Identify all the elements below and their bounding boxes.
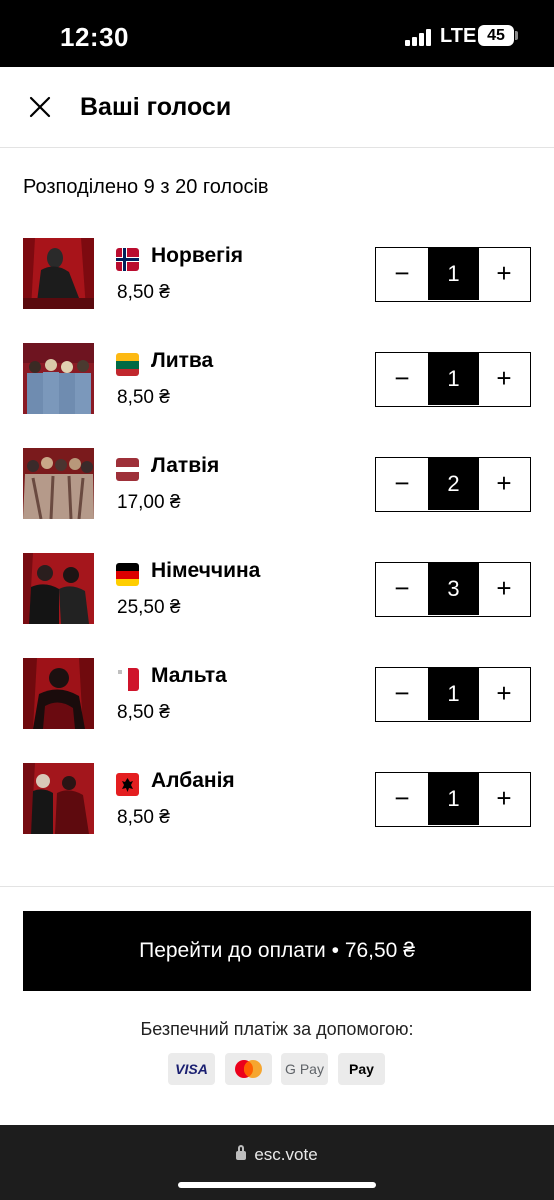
vote-count: 2 — [428, 458, 479, 510]
network-type: LTE — [440, 25, 477, 47]
vote-row: Мальта 8,50 ₴ − 1 + — [0, 658, 554, 763]
browser-bar: esc.vote — [0, 1125, 554, 1200]
page-title: Ваші голоси — [80, 93, 232, 121]
artist-photo — [23, 553, 94, 624]
vote-row: Норвегія 8,50 ₴ − 1 + — [0, 238, 554, 343]
artist-photo — [23, 658, 94, 729]
secure-payment-text: Безпечний платіж за допомогою: — [140, 1019, 414, 1039]
decrement-button[interactable]: − — [376, 773, 428, 825]
increment-button[interactable]: + — [478, 668, 530, 720]
vote-price: 8,50 ₴ — [117, 807, 170, 828]
vote-stepper: − 3 + — [375, 562, 531, 617]
checkout-button[interactable]: Перейти до оплати • 76,50 ₴ — [23, 911, 531, 991]
lock-icon — [236, 1145, 247, 1160]
apple-pay-icon: Pay — [338, 1053, 385, 1085]
country-name: Мальта — [151, 664, 227, 687]
lithuania-flag-icon — [116, 353, 139, 376]
germany-flag-icon — [116, 563, 139, 586]
visa-icon: VISA — [168, 1053, 215, 1085]
latvia-flag-icon — [116, 458, 139, 481]
artist-photo — [23, 343, 94, 414]
home-indicator[interactable] — [178, 1182, 376, 1188]
vote-count: 1 — [428, 248, 479, 300]
vote-row: Албанія 8,50 ₴ − 1 + — [0, 763, 554, 868]
vote-row: Литва 8,50 ₴ − 1 + — [0, 343, 554, 448]
vote-price: 25,50 ₴ — [117, 597, 181, 618]
google-pay-icon: G Pay — [281, 1053, 328, 1085]
battery-tip — [515, 31, 518, 40]
mastercard-icon — [225, 1053, 272, 1085]
vote-stepper: − 1 + — [375, 667, 531, 722]
increment-button[interactable]: + — [478, 248, 530, 300]
decrement-button[interactable]: − — [376, 353, 428, 405]
country-name: Литва — [151, 349, 214, 372]
increment-button[interactable]: + — [478, 458, 530, 510]
vote-count: 1 — [428, 353, 479, 405]
url-text: esc.vote — [254, 1145, 318, 1164]
decrement-button[interactable]: − — [376, 458, 428, 510]
artist-photo — [23, 448, 94, 519]
vote-price: 8,50 ₴ — [117, 702, 170, 723]
status-time: 12:30 — [60, 22, 129, 52]
country-name: Латвія — [151, 454, 220, 477]
country-name: Норвегія — [151, 244, 243, 267]
header: Ваші голоси — [0, 67, 554, 148]
vote-count: 3 — [428, 563, 479, 615]
artist-photo — [23, 763, 94, 834]
status-bar: 12:30 LTE 45 — [0, 0, 554, 67]
norway-flag-icon — [116, 248, 139, 271]
artist-photo — [23, 238, 94, 309]
country-name: Німеччина — [151, 559, 261, 582]
vote-stepper: − 1 + — [375, 352, 531, 407]
decrement-button[interactable]: − — [376, 668, 428, 720]
vote-row: Латвія 17,00 ₴ − 2 + — [0, 448, 554, 553]
malta-flag-icon — [116, 668, 139, 691]
vote-stepper: − 2 + — [375, 457, 531, 512]
vote-price: 8,50 ₴ — [117, 282, 170, 303]
vote-count: 1 — [428, 773, 479, 825]
vote-stepper: − 1 + — [375, 772, 531, 827]
albania-flag-icon — [116, 773, 139, 796]
divider — [0, 886, 554, 887]
url-bar[interactable]: esc.vote — [0, 1145, 554, 1165]
vote-price: 8,50 ₴ — [117, 387, 170, 408]
country-name: Албанія — [151, 769, 235, 792]
votes-summary: Розподілено 9 з 20 голосів — [23, 176, 269, 198]
decrement-button[interactable]: − — [376, 563, 428, 615]
increment-button[interactable]: + — [478, 773, 530, 825]
vote-row: Німеччина 25,50 ₴ − 3 + — [0, 553, 554, 658]
vote-stepper: − 1 + — [375, 247, 531, 302]
increment-button[interactable]: + — [478, 353, 530, 405]
vote-list: Норвегія 8,50 ₴ − 1 + Литва 8,50 ₴ − 1 +… — [0, 238, 554, 868]
vote-price: 17,00 ₴ — [117, 492, 181, 513]
increment-button[interactable]: + — [478, 563, 530, 615]
close-icon[interactable] — [22, 89, 58, 125]
decrement-button[interactable]: − — [376, 248, 428, 300]
signal-icon — [405, 29, 433, 46]
vote-count: 1 — [428, 668, 479, 720]
battery-icon: 45 — [478, 25, 514, 46]
